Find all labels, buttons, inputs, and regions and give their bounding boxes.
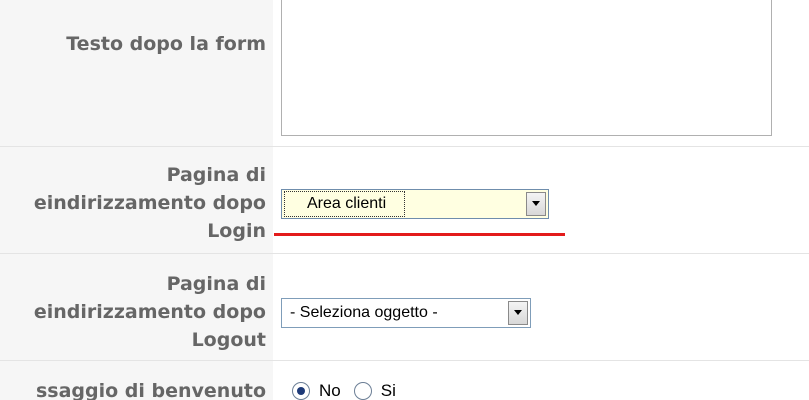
chevron-down-icon bbox=[514, 310, 522, 315]
welcome-message-label: ssaggio di benvenuto bbox=[35, 380, 266, 400]
login-redirect-label-line1: Pagina di bbox=[166, 164, 266, 186]
chevron-down-icon bbox=[532, 201, 540, 206]
row-divider bbox=[0, 146, 809, 147]
row-divider bbox=[0, 360, 809, 361]
form-page: Testo dopo la form Pagina di eindirizzam… bbox=[0, 0, 809, 400]
text-after-form-textarea[interactable] bbox=[281, 0, 772, 136]
highlight-underline bbox=[274, 233, 565, 236]
logout-redirect-selected-value: - Seleziona oggetto - bbox=[290, 304, 438, 321]
logout-redirect-label-line3: Logout bbox=[191, 329, 266, 351]
row-divider bbox=[0, 253, 809, 254]
welcome-message-option-no: No bbox=[319, 381, 341, 400]
login-redirect-dropdown-button[interactable] bbox=[526, 192, 546, 216]
welcome-message-radio-no[interactable] bbox=[292, 382, 310, 400]
welcome-message-radio-group: No Si bbox=[292, 376, 409, 400]
login-redirect-label-line2: eindirizzamento dopo bbox=[33, 192, 266, 214]
welcome-message-radio-si[interactable] bbox=[353, 382, 372, 400]
logout-redirect-label-line1: Pagina di bbox=[166, 273, 266, 295]
text-after-form-label: Testo dopo la form bbox=[66, 33, 266, 55]
welcome-message-option-si: Si bbox=[380, 381, 396, 400]
login-redirect-selected-value: Area clienti bbox=[284, 191, 406, 217]
radio-selected-dot bbox=[297, 387, 305, 395]
login-redirect-select[interactable]: Area clienti bbox=[281, 189, 549, 219]
logout-redirect-dropdown-button[interactable] bbox=[508, 301, 528, 325]
login-redirect-label-line3: Login bbox=[207, 220, 266, 242]
logout-redirect-label-line2: eindirizzamento dopo bbox=[33, 301, 266, 323]
logout-redirect-select[interactable]: - Seleziona oggetto - bbox=[281, 298, 531, 328]
